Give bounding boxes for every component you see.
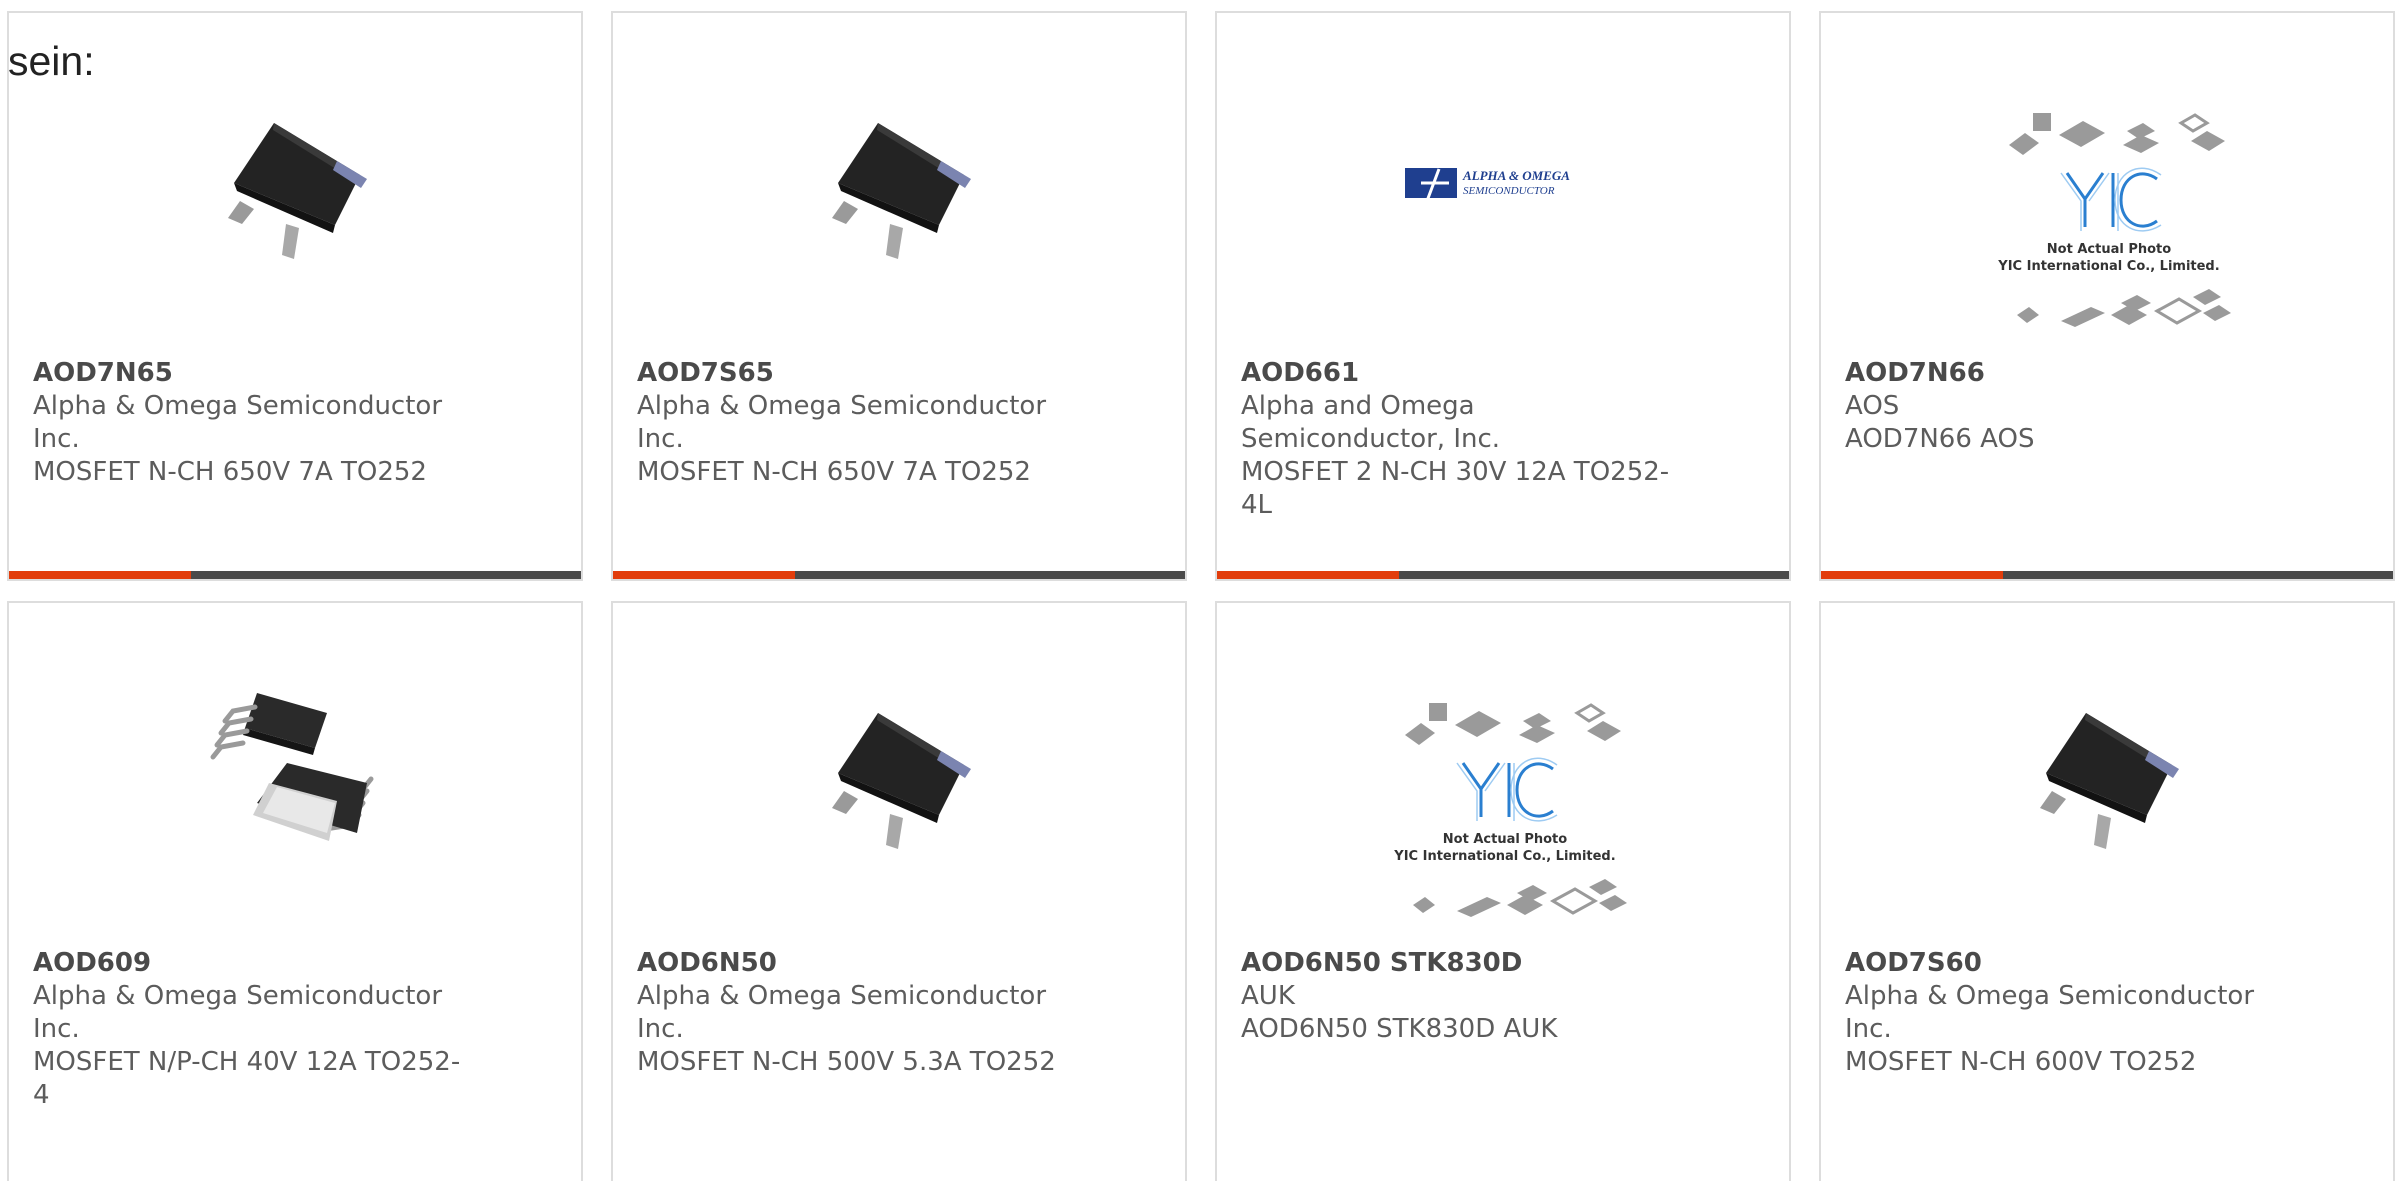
manufacturer: Alpha & Omega Semiconductor Inc. [1845, 981, 2255, 1044]
manufacturer: Alpha & Omega Semiconductor Inc. [637, 391, 1047, 454]
description: AOD7N66 AOS [1845, 424, 2035, 454]
to252-package-icon[interactable] [801, 83, 1001, 283]
description: MOSFET N-CH 650V 7A TO252 [33, 457, 427, 487]
card-bar-accent [9, 571, 191, 579]
product-card[interactable]: AOD7S65 Alpha & Omega Semiconductor Inc.… [611, 11, 1187, 581]
placeholder-line-1: Not Actual Photo [2047, 242, 2171, 257]
product-card[interactable]: AOD7N65 Alpha & Omega Semiconductor Inc.… [7, 11, 583, 581]
card-bar [1217, 571, 1789, 579]
card-bar-accent [1217, 571, 1399, 579]
placeholder-line-2: YIC International Co., Limited. [1997, 259, 2219, 274]
description: MOSFET N-CH 600V TO252 [1845, 1047, 2197, 1077]
manufacturer: AOS [1845, 391, 1900, 421]
description: MOSFET 2 N-CH 30V 12A TO252-4L [1241, 457, 1670, 520]
manufacturer: Alpha & Omega Semiconductor Inc. [33, 391, 443, 454]
logo-line-2: SEMICONDUCTOR [1463, 185, 1555, 197]
part-number[interactable]: AOD661 [1241, 356, 1671, 390]
manufacturer: Alpha & Omega Semiconductor Inc. [33, 981, 443, 1044]
product-card[interactable]: AOD6N50 Alpha & Omega Semiconductor Inc.… [611, 601, 1187, 1181]
product-card[interactable]: Not Actual Photo YIC International Co., … [1215, 601, 1791, 1181]
yic-placeholder[interactable]: Not Actual Photo YIC International Co., … [1981, 93, 2237, 349]
yic-placeholder[interactable]: Not Actual Photo YIC International Co., … [1377, 683, 1633, 939]
placeholder-line-1: Not Actual Photo [1443, 832, 1567, 847]
alpha-omega-logo[interactable]: ALPHA & OMEGA SEMICONDUCTOR [1405, 83, 1605, 283]
logo-line-1: ALPHA & OMEGA [1462, 168, 1570, 183]
manufacturer: Alpha and Omega Semiconductor, Inc. [1241, 391, 1501, 454]
product-card[interactable]: Not Actual Photo YIC International Co., … [1819, 11, 2395, 581]
product-card[interactable]: AOD7S60 Alpha & Omega Semiconductor Inc.… [1819, 601, 2395, 1181]
to252-package-icon[interactable] [197, 83, 397, 283]
card-bar [9, 571, 581, 579]
to252-4-package-icon[interactable] [197, 673, 397, 873]
card-bar [613, 571, 1185, 579]
part-number[interactable]: AOD7S60 [1845, 946, 2275, 980]
card-bar-accent [1821, 571, 2003, 579]
product-card[interactable]: AOD609 Alpha & Omega Semiconductor Inc. … [7, 601, 583, 1181]
part-number[interactable]: AOD7N65 [33, 356, 463, 390]
card-bar-accent [613, 571, 795, 579]
part-number[interactable]: AOD6N50 STK830D [1241, 946, 1671, 980]
manufacturer: Alpha & Omega Semiconductor Inc. [637, 981, 1047, 1044]
part-number[interactable]: AOD609 [33, 946, 463, 980]
part-number[interactable]: AOD7S65 [637, 356, 1067, 390]
card-bar [1821, 571, 2393, 579]
description: MOSFET N-CH 500V 5.3A TO252 [637, 1047, 1056, 1077]
intro-text: sein: [8, 38, 95, 84]
to252-package-icon[interactable] [2009, 673, 2209, 873]
manufacturer: AUK [1241, 981, 1295, 1011]
part-number[interactable]: AOD6N50 [637, 946, 1067, 980]
description: MOSFET N/P-CH 40V 12A TO252-4 [33, 1047, 461, 1110]
placeholder-line-2: YIC International Co., Limited. [1393, 849, 1615, 864]
part-number[interactable]: AOD7N66 [1845, 356, 2275, 390]
to252-package-icon[interactable] [801, 673, 1001, 873]
description: MOSFET N-CH 650V 7A TO252 [637, 457, 1031, 487]
product-card[interactable]: ALPHA & OMEGA SEMICONDUCTOR AOD661 Alpha… [1215, 11, 1791, 581]
description: AOD6N50 STK830D AUK [1241, 1014, 1558, 1044]
